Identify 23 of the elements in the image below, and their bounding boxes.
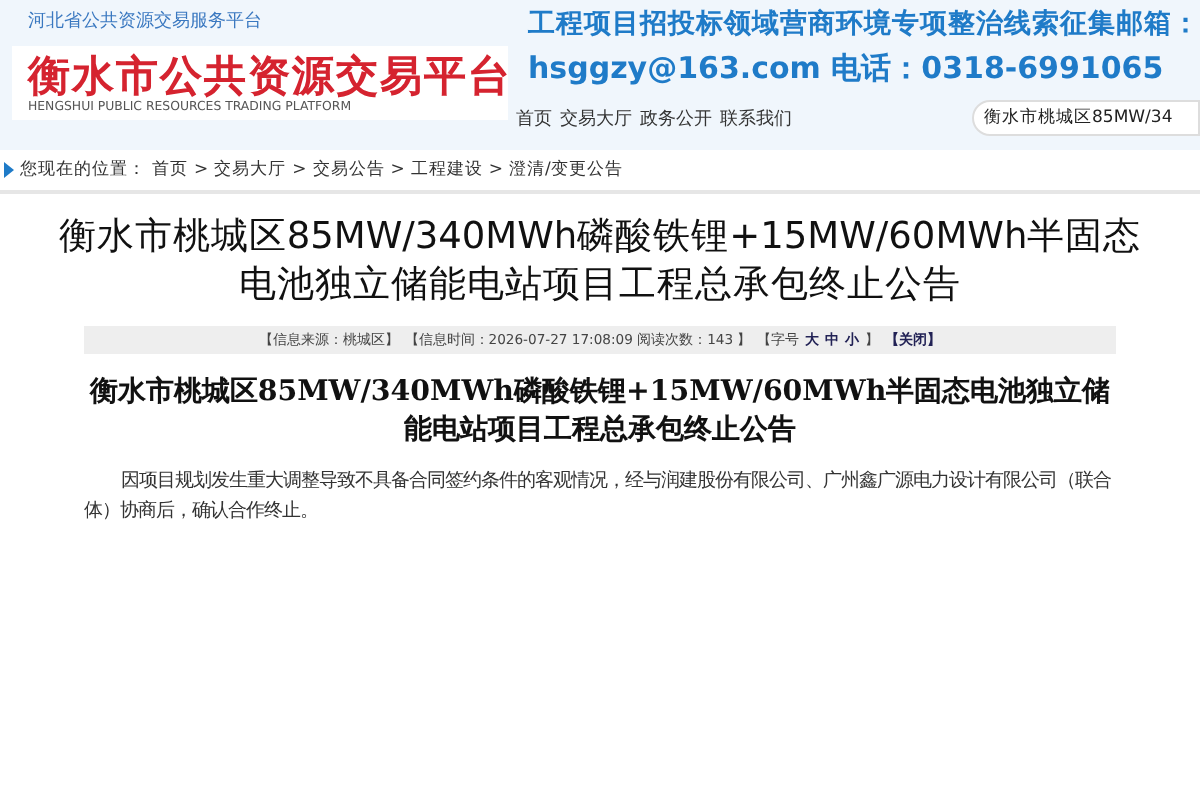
nav-link[interactable]: 政务公开 bbox=[640, 105, 712, 131]
breadcrumb-label: 您现在的位置： bbox=[20, 158, 146, 182]
nav-link[interactable]: 首页 bbox=[516, 105, 552, 131]
breadcrumb-separator: > bbox=[390, 160, 405, 180]
breadcrumb-link[interactable]: 首页 bbox=[152, 158, 188, 182]
search-field[interactable]: 衡水市桃城区85MW/34 bbox=[972, 100, 1200, 136]
breadcrumb-separator: > bbox=[194, 160, 209, 180]
breadcrumb-link[interactable]: 交易大厅 bbox=[214, 158, 287, 182]
body-text: 因项目规划发生重大调整导致不具备合同签约条件的客观情况，经与润建股份有限公司、广州鑫广源电力设计有限公司（联合体）协商后，确认合作终止。 bbox=[84, 468, 1114, 526]
top-link[interactable]: 河北省公共资源交易服务平台 bbox=[28, 8, 512, 34]
banner-text: hsggzy@163.com 电话：0318-6991065 bbox=[528, 50, 1166, 88]
nav-link[interactable]: 联系我们 bbox=[720, 105, 792, 131]
breadcrumb-link[interactable]: 工程建设 bbox=[410, 158, 483, 182]
banner-text: 工程项目招投标领域营商环境专项整治线索征集邮箱： bbox=[528, 6, 1200, 42]
document-title: 衡水市桃城区85MW/340MWh磷酸铁锂+15MW/60MWh半固态电池独立储能电站项目工程总承包终止公告 bbox=[87, 374, 1113, 450]
breadcrumb-separator: > bbox=[292, 160, 307, 180]
breadcrumb-link[interactable]: 交易公告 bbox=[312, 158, 385, 182]
chevron-icon bbox=[4, 162, 14, 178]
logo-title: 衡水市公共资源交易平台 bbox=[28, 52, 512, 100]
breadcrumb-link[interactable]: 澄清/变更公告 bbox=[509, 158, 623, 182]
breadcrumb-separator: > bbox=[488, 160, 503, 180]
nav-link[interactable]: 交易大厅 bbox=[560, 105, 632, 131]
page-title: 衡水市桃城区85MW/340MWh磷酸铁锂+15MW/60MWh半固态电池独立储能电站项目工程总承包终止公告 bbox=[56, 214, 1144, 310]
